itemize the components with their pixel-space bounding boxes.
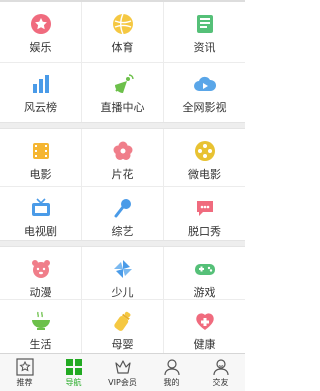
nav-item-dianying[interactable]: 电影 — [0, 129, 81, 189]
microphone-icon — [110, 195, 136, 221]
grid-row: 生活 母婴 健康 — [0, 299, 245, 353]
nav-item-label: 少儿 — [111, 286, 134, 299]
nav-item-weidianying[interactable]: 微电影 — [164, 129, 245, 189]
grid-divider — [81, 299, 82, 353]
nav-item-jiankang[interactable]: 健康 — [164, 299, 245, 359]
nav-item-dianshiju[interactable]: 电视剧 — [0, 186, 81, 246]
nav-item-label: 片花 — [111, 168, 134, 181]
news-icon — [192, 11, 218, 37]
nav-item-label: 脱口秀 — [188, 225, 221, 238]
bottle-icon — [110, 308, 136, 334]
pinwheel-icon — [110, 256, 136, 282]
friends-icon — [211, 357, 231, 377]
recommend-star-icon — [15, 357, 35, 377]
satellite-dish-icon — [110, 71, 136, 97]
nav-item-label: 电视剧 — [24, 225, 57, 238]
cloud-icon — [192, 71, 218, 97]
grid-divider — [81, 129, 82, 189]
nav-item-tiyu[interactable]: 体育 — [82, 2, 163, 62]
bowl-icon — [28, 308, 54, 334]
nav-item-quanwangyingshi[interactable]: 全网影视 — [164, 62, 245, 122]
nav-item-label: 娱乐 — [29, 41, 52, 54]
nav-item-pianhua[interactable]: 片花 — [82, 129, 163, 189]
nav-item-zongyi[interactable]: 综艺 — [82, 186, 163, 246]
grid-row: 娱乐 体育 资讯 — [0, 2, 245, 62]
nav-item-shaoer[interactable]: 少儿 — [82, 247, 163, 307]
nav-item-label: 健康 — [193, 338, 216, 351]
nav-item-label: 电影 — [29, 168, 52, 181]
grid-row: 电视剧 综艺 脱口秀 — [0, 186, 245, 246]
nav-item-label: 直播中心 — [100, 101, 145, 114]
nav-item-yule[interactable]: 娱乐 — [0, 2, 81, 62]
nav-item-shenghuo[interactable]: 生活 — [0, 299, 81, 359]
grid-divider — [81, 186, 82, 246]
grid-divider — [81, 247, 82, 307]
ball-icon — [110, 11, 136, 37]
grid-divider — [163, 247, 164, 307]
crown-icon — [113, 357, 133, 377]
person-icon — [162, 357, 182, 377]
section-lifestyle: 动漫 少儿 游戏 生活 母婴 健康 — [0, 247, 245, 353]
grid-row: 动漫 少儿 游戏 — [0, 247, 245, 307]
section-video: 电影 片花 微电影 电视剧 综艺 脱口秀 — [0, 129, 245, 246]
tab-label: 导航 — [65, 378, 82, 387]
tab-label: 推荐 — [16, 378, 33, 387]
nav-item-label: 全网影视 — [182, 101, 227, 114]
nav-item-label: 风云榜 — [24, 101, 57, 114]
section-featured: 娱乐 体育 资讯 风云榜 直播中心 全网影视 — [0, 2, 245, 122]
section-separator — [0, 122, 245, 129]
nav-item-zixun[interactable]: 资讯 — [164, 2, 245, 62]
grid-row: 电影 片花 微电影 — [0, 129, 245, 189]
app-root: 娱乐 体育 资讯 风云榜 直播中心 全网影视 电影 片花 微电影 电视剧 综艺 … — [0, 0, 245, 391]
grid-divider — [163, 62, 164, 122]
nav-item-label: 动漫 — [29, 286, 52, 299]
tab-label: VIP会员 — [108, 378, 137, 387]
tab-label: 我的 — [163, 378, 180, 387]
grid-divider — [163, 129, 164, 189]
tab-friends[interactable]: 交友 — [196, 354, 245, 391]
tab-navigation[interactable]: 导航 — [49, 354, 98, 391]
flower-icon — [110, 138, 136, 164]
nav-item-zhibozhongxin[interactable]: 直播中心 — [82, 62, 163, 122]
nav-item-youxi[interactable]: 游戏 — [164, 247, 245, 307]
section-separator — [0, 240, 245, 247]
grid-divider — [163, 2, 164, 62]
chart-bars-icon — [28, 71, 54, 97]
nav-item-fengyunbang[interactable]: 风云榜 — [0, 62, 81, 122]
nav-item-label: 微电影 — [188, 168, 221, 181]
grid-divider — [163, 299, 164, 353]
nav-item-muying[interactable]: 母婴 — [82, 299, 163, 359]
grid-icon — [64, 357, 84, 377]
nav-item-label: 体育 — [111, 41, 134, 54]
nav-item-tuokouxiu[interactable]: 脱口秀 — [164, 186, 245, 246]
tv-icon — [28, 195, 54, 221]
tab-label: 交友 — [212, 378, 229, 387]
nav-item-label: 资讯 — [193, 41, 216, 54]
nav-item-dongman[interactable]: 动漫 — [0, 247, 81, 307]
film-icon — [28, 138, 54, 164]
tab-mine[interactable]: 我的 — [147, 354, 196, 391]
film-reel-icon — [192, 138, 218, 164]
grid-divider — [81, 2, 82, 62]
tab-recommend[interactable]: 推荐 — [0, 354, 49, 391]
nav-item-label: 综艺 — [111, 225, 134, 238]
gamepad-icon — [192, 256, 218, 282]
heart-icon — [192, 308, 218, 334]
grid-divider — [81, 62, 82, 122]
bottom-tab-bar: 推荐 导航 VIP会员 我的 交友 — [0, 353, 245, 391]
nav-item-label: 生活 — [29, 338, 52, 351]
speech-icon — [192, 195, 218, 221]
grid-row: 风云榜 直播中心 全网影视 — [0, 62, 245, 122]
grid-divider — [163, 186, 164, 246]
tab-vip[interactable]: VIP会员 — [98, 354, 147, 391]
bear-icon — [28, 256, 54, 282]
star-icon — [28, 11, 54, 37]
nav-item-label: 游戏 — [193, 286, 216, 299]
nav-item-label: 母婴 — [111, 338, 134, 351]
